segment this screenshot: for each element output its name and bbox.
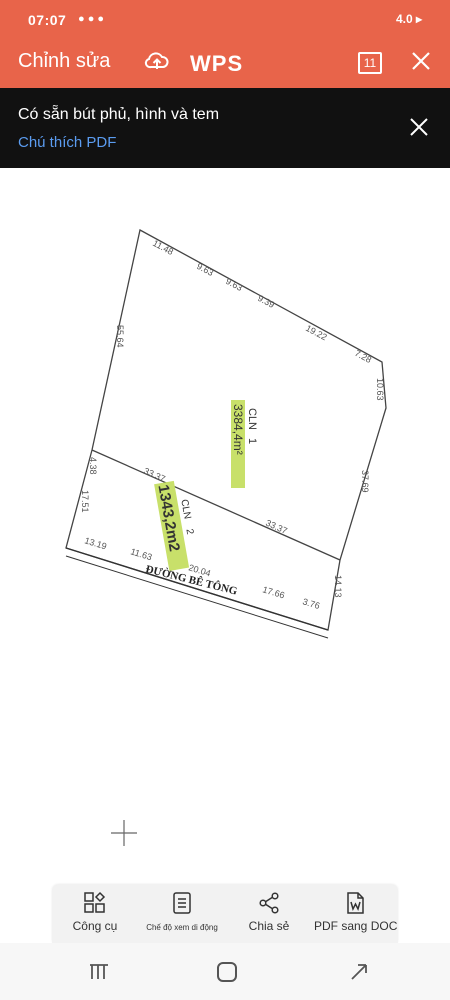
app-toolbar: Chỉnh sửa WPS 11 <box>0 36 450 88</box>
dim-top-6: 7.28 <box>353 348 373 365</box>
banner-close-icon[interactable] <box>408 116 430 138</box>
dim-top-2: 9.63 <box>195 261 215 278</box>
annotation-banner: Có sẵn bút phủ, hình và tem Chú thích PD… <box>0 88 450 168</box>
dim-top-3: 9.63 <box>224 276 244 293</box>
status-right: 4.0 ▸ <box>395 12 422 26</box>
dim-right-top: 10.63 <box>375 378 385 401</box>
tools-button[interactable]: Công cụ <box>64 891 126 933</box>
parcel-2-label: 1343,2m2 CLN 2 <box>154 480 195 571</box>
dim-left-mid: 4.38 <box>88 457 98 475</box>
dim-top-4: 9.39 <box>256 293 276 310</box>
page-count-button[interactable]: 11 <box>358 52 382 74</box>
parcel-boundary <box>65 229 387 631</box>
pdf-to-doc-icon <box>347 892 364 914</box>
dim-right-mid: 37.69 <box>360 470 370 493</box>
mobile-view-icon <box>173 892 191 914</box>
parcel-2-code: CLN <box>178 498 192 520</box>
parcel-1-code: CLN <box>246 408 258 430</box>
pdf-annotation-link[interactable]: Chú thích PDF <box>18 134 116 151</box>
parcel-2-number: 2 <box>183 528 195 536</box>
back-icon[interactable] <box>348 961 372 983</box>
pdf-page[interactable]: 11.48 9.63 9.63 9.39 19.22 7.28 10.63 37… <box>0 168 450 883</box>
share-icon <box>259 892 279 914</box>
cloud-upload-icon[interactable] <box>144 48 170 74</box>
dim-mid-right: 33.37 <box>264 518 289 536</box>
wps-logo: WPS <box>190 51 244 76</box>
crosshair-icon <box>111 820 137 846</box>
tools-label: Công cụ <box>72 919 118 933</box>
bottom-toolbar: Công cụ Chế độ xem di động Chia sẻ PDF s… <box>52 885 398 943</box>
dim-bottom-1: 13.19 <box>83 535 107 551</box>
parcel-1-label: 3384,4m² CLN 1 <box>231 400 258 488</box>
pdf-to-doc-label: PDF sang DOC <box>314 919 398 933</box>
banner-title: Có sẵn bút phủ, hình và tem <box>18 106 220 123</box>
mobile-view-label: Chế độ xem di động <box>146 923 218 932</box>
status-time: 07:07 <box>28 12 67 28</box>
dim-left-top: 55.64 <box>115 325 125 348</box>
home-icon[interactable] <box>216 961 238 983</box>
mobile-view-button[interactable]: Chế độ xem di động <box>142 891 222 932</box>
road-line-top <box>65 547 329 631</box>
recent-apps-icon[interactable] <box>88 961 112 983</box>
land-plot-drawing: 11.48 9.63 9.63 9.39 19.22 7.28 10.63 37… <box>65 229 387 846</box>
edit-button[interactable]: Chỉnh sửa <box>18 50 110 73</box>
parcel-1-number: 1 <box>246 438 258 444</box>
dim-bottom-2: 11.63 <box>129 546 153 562</box>
notification-icons: ● ● ● <box>78 13 105 25</box>
share-button[interactable]: Chia sẻ <box>238 891 300 933</box>
tools-icon <box>84 891 106 913</box>
parcel-1-area: 3384,4m² <box>231 404 245 455</box>
dim-left-bottom: 17.51 <box>80 490 90 513</box>
share-label: Chia sẻ <box>248 919 290 933</box>
dim-top-1: 11.48 <box>151 238 175 257</box>
dim-mid-left: 33.37 <box>142 466 167 484</box>
dim-bottom-4: 17.66 <box>261 584 285 600</box>
dim-bottom-5: 3.76 <box>301 596 321 611</box>
status-bar: 07:07 ● ● ● 4.0 ▸ <box>0 0 450 36</box>
close-icon[interactable] <box>410 50 432 72</box>
pdf-to-doc-button[interactable]: PDF sang DOC <box>314 891 398 933</box>
parcel-divider <box>91 449 341 561</box>
system-nav-bar <box>0 943 450 1000</box>
dim-right-bottom: 14.13 <box>333 575 343 598</box>
